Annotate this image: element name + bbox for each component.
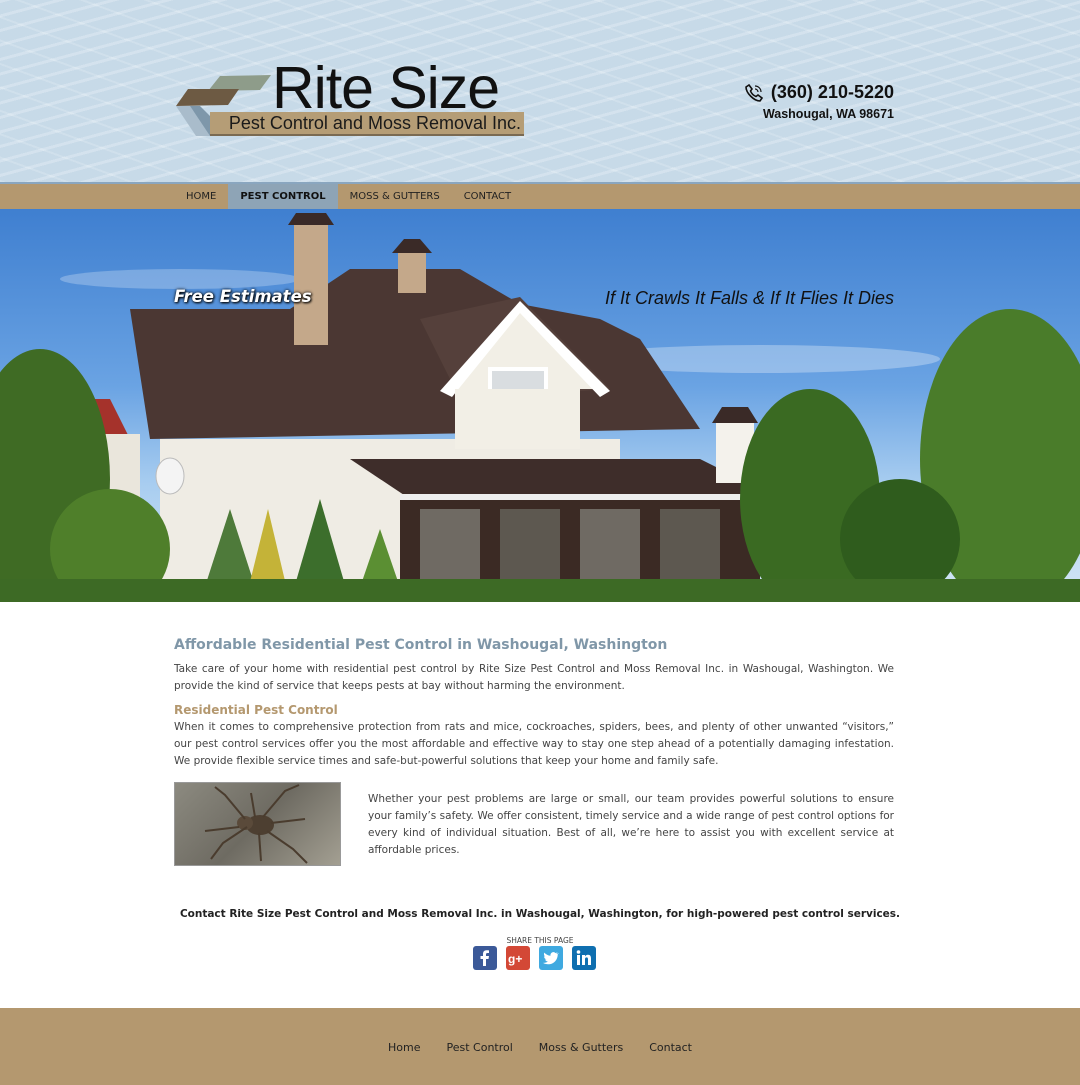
phone-icon <box>745 83 763 102</box>
image-text-row: Whether your pest problems are large or … <box>174 782 894 866</box>
section-heading: Residential Pest Control <box>174 703 338 717</box>
logo-subtitle: Pest Control and Moss Removal Inc. <box>210 112 524 136</box>
page-title: Affordable Residential Pest Control in W… <box>174 637 668 653</box>
intro-paragraph: Take care of your home with residential … <box>174 663 894 692</box>
nav-item-pest-control[interactable]: PEST CONTROL <box>228 184 338 209</box>
svg-text:g+: g+ <box>508 952 522 966</box>
hero-banner: Free Estimates If It Crawls It Falls & I… <box>0 209 1080 602</box>
linkedin-icon[interactable] <box>572 946 596 970</box>
share-label: SHARE THIS PAGE <box>506 936 574 945</box>
call-to-action: Contact Rite Size Pest Control and Moss … <box>179 908 901 920</box>
main-content: Affordable Residential Pest Control in W… <box>174 637 894 866</box>
google-plus-icon[interactable]: g+ <box>506 946 530 970</box>
footer-link-contact[interactable]: Contact <box>649 1041 692 1054</box>
paragraph-2: Whether your pest problems are large or … <box>368 793 894 856</box>
phone-block[interactable]: (360) 210-5220 <box>745 82 894 103</box>
logo[interactable]: Rite Size Pest Control and Moss Removal … <box>176 58 526 140</box>
hero-tagline-left: Free Estimates <box>174 287 312 306</box>
footer-link-pest-control[interactable]: Pest Control <box>446 1041 512 1054</box>
spider-icon <box>204 784 308 864</box>
main-nav: HOME PEST CONTROL MOSS & GUTTERS CONTACT <box>0 184 1080 209</box>
facebook-icon[interactable] <box>473 946 497 970</box>
twitter-icon[interactable] <box>539 946 563 970</box>
address: Washougal, WA 98671 <box>762 107 894 121</box>
logo-title: Rite Size <box>272 55 500 121</box>
phone-number[interactable]: (360) 210-5220 <box>771 82 894 103</box>
footer-link-home[interactable]: Home <box>388 1041 420 1054</box>
nav-item-home[interactable]: HOME <box>174 184 228 209</box>
spider-photo <box>174 782 341 866</box>
hero-tagline-right: If It Crawls It Falls & If It Flies It D… <box>604 288 894 308</box>
share-buttons: g+ <box>473 946 596 970</box>
nav-item-contact[interactable]: CONTACT <box>452 184 523 209</box>
house-photo <box>0 213 1080 602</box>
nav-item-moss-gutters[interactable]: MOSS & GUTTERS <box>338 184 452 209</box>
paragraph-1: When it comes to comprehensive protectio… <box>174 721 894 767</box>
site-footer: Home Pest Control Moss & Gutters Contact <box>0 1008 1080 1085</box>
footer-link-moss-gutters[interactable]: Moss & Gutters <box>539 1041 623 1054</box>
site-header: Rite Size Pest Control and Moss Removal … <box>0 0 1080 184</box>
